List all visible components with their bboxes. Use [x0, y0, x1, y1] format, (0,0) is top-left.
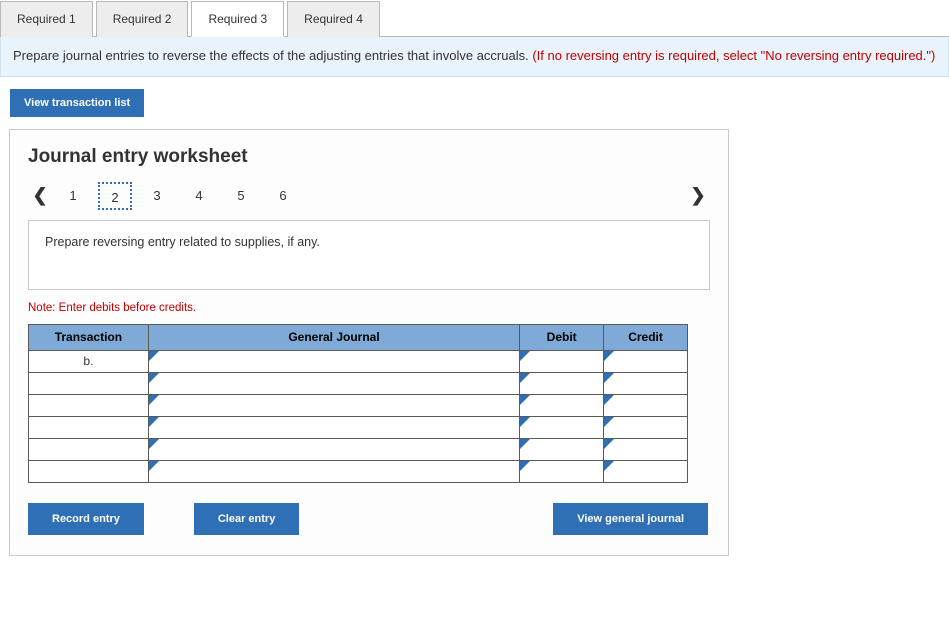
tab-required-2[interactable]: Required 2 [96, 1, 189, 37]
cell-transaction [29, 438, 149, 460]
tab-required-4[interactable]: Required 4 [287, 1, 380, 37]
table-row [29, 438, 688, 460]
cell-debit[interactable] [520, 460, 604, 482]
cell-debit[interactable] [520, 416, 604, 438]
cell-credit[interactable] [604, 372, 688, 394]
table-row: b. [29, 350, 688, 372]
cell-general[interactable] [148, 372, 519, 394]
cell-general[interactable] [148, 350, 519, 372]
cell-debit[interactable] [520, 372, 604, 394]
step-4[interactable]: 4 [182, 182, 216, 210]
table-row [29, 416, 688, 438]
cell-debit[interactable] [520, 350, 604, 372]
step-prev-icon[interactable]: ❮ [28, 185, 52, 206]
tab-required-3[interactable]: Required 3 [191, 1, 284, 37]
table-row [29, 460, 688, 482]
record-entry-button[interactable]: Record entry [28, 503, 144, 535]
entry-note: Note: Enter debits before credits. [28, 302, 710, 314]
clear-entry-button[interactable]: Clear entry [194, 503, 299, 535]
cell-credit[interactable] [604, 394, 688, 416]
cell-general[interactable] [148, 438, 519, 460]
view-transaction-list-button[interactable]: View transaction list [10, 89, 144, 117]
cell-debit[interactable] [520, 394, 604, 416]
step-6[interactable]: 6 [266, 182, 300, 210]
cell-debit[interactable] [520, 438, 604, 460]
view-general-journal-button[interactable]: View general journal [553, 503, 708, 535]
cell-transaction: b. [29, 350, 149, 372]
instruction-text: Prepare journal entries to reverse the e… [13, 48, 532, 63]
entry-prompt: Prepare reversing entry related to suppl… [28, 220, 710, 290]
col-header-transaction: Transaction [29, 324, 149, 350]
cell-credit[interactable] [604, 350, 688, 372]
cell-transaction [29, 416, 149, 438]
step-1[interactable]: 1 [56, 182, 90, 210]
journal-table: Transaction General Journal Debit Credit… [28, 324, 688, 483]
top-button-row: View transaction list [10, 89, 949, 117]
col-header-credit: Credit [604, 324, 688, 350]
journal-worksheet-panel: Journal entry worksheet ❮ 1 2 3 4 5 6 ❯ … [9, 129, 729, 556]
col-header-general: General Journal [148, 324, 519, 350]
instruction-red: (If no reversing entry is required, sele… [532, 48, 935, 63]
table-row [29, 372, 688, 394]
cell-general[interactable] [148, 460, 519, 482]
step-next-icon[interactable]: ❯ [686, 185, 710, 206]
cell-credit[interactable] [604, 460, 688, 482]
step-2[interactable]: 2 [98, 182, 132, 210]
tabs-bar: Required 1 Required 2 Required 3 Require… [0, 0, 949, 37]
cell-credit[interactable] [604, 416, 688, 438]
tab-required-1[interactable]: Required 1 [0, 1, 93, 37]
step-3[interactable]: 3 [140, 182, 174, 210]
col-header-debit: Debit [520, 324, 604, 350]
table-row [29, 394, 688, 416]
cell-general[interactable] [148, 394, 519, 416]
cell-credit[interactable] [604, 438, 688, 460]
cell-transaction [29, 460, 149, 482]
cell-general[interactable] [148, 416, 519, 438]
worksheet-heading: Journal entry worksheet [28, 146, 710, 168]
step-5[interactable]: 5 [224, 182, 258, 210]
worksheet-actions: Record entry Clear entry View general jo… [28, 503, 708, 535]
cell-transaction [29, 394, 149, 416]
table-header-row: Transaction General Journal Debit Credit [29, 324, 688, 350]
cell-transaction [29, 372, 149, 394]
step-nav: ❮ 1 2 3 4 5 6 ❯ [28, 182, 710, 210]
instruction-panel: Prepare journal entries to reverse the e… [0, 37, 949, 77]
